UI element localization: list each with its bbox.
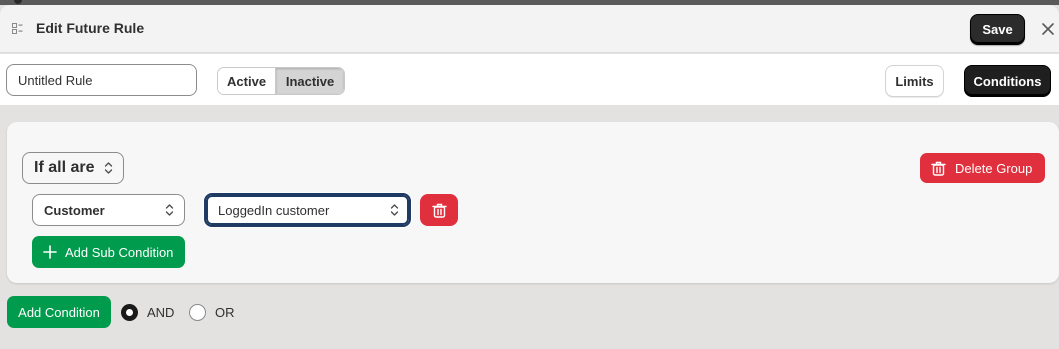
match-type-value: If all are bbox=[34, 159, 95, 176]
match-type-select[interactable]: If all are bbox=[22, 152, 124, 184]
trash-icon bbox=[931, 161, 946, 176]
save-button[interactable]: Save bbox=[970, 14, 1025, 45]
page-title: Edit Future Rule bbox=[36, 20, 145, 36]
add-condition-button[interactable]: Add Condition bbox=[7, 296, 111, 328]
logic-and-label: AND bbox=[147, 305, 175, 320]
status-segmented-control: Active Inactive bbox=[217, 67, 345, 95]
add-sub-condition-button[interactable]: Add Sub Condition bbox=[32, 236, 185, 268]
logic-or-label: OR bbox=[215, 305, 235, 320]
plus-icon bbox=[43, 245, 57, 259]
condition-group-card: If all are Delete Group Customer LoggedI… bbox=[7, 122, 1059, 283]
radio-checked-indicator bbox=[121, 304, 138, 321]
radio-unchecked-indicator bbox=[189, 304, 206, 321]
delete-condition-button[interactable] bbox=[420, 194, 458, 226]
modal-header: Edit Future Rule Save bbox=[0, 5, 1059, 53]
rule-name-input[interactable] bbox=[6, 64, 197, 96]
condition-field-select[interactable]: Customer bbox=[32, 194, 185, 226]
logic-or-radio[interactable]: OR bbox=[189, 304, 235, 321]
chevron-up-down-icon bbox=[165, 204, 174, 216]
delete-group-label: Delete Group bbox=[955, 160, 1033, 176]
limits-tab-button[interactable]: Limits bbox=[885, 65, 944, 97]
chevron-up-down-icon bbox=[390, 204, 399, 216]
condition-value-text: LoggedIn customer bbox=[218, 202, 330, 218]
chevron-up-down-icon bbox=[104, 162, 113, 174]
edit-rule-window: Edit Future Rule Save Active Inactive Li… bbox=[0, 5, 1059, 349]
condition-value-select[interactable]: LoggedIn customer bbox=[204, 193, 411, 227]
status-inactive-button[interactable]: Inactive bbox=[276, 68, 344, 94]
logic-and-radio[interactable]: AND bbox=[121, 304, 174, 321]
rule-toolbar: Active Inactive Limits Conditions bbox=[0, 54, 1059, 106]
app-icon bbox=[12, 23, 23, 34]
trash-icon bbox=[431, 203, 447, 218]
conditions-tab-button[interactable]: Conditions bbox=[964, 65, 1051, 97]
close-icon[interactable] bbox=[1038, 19, 1058, 39]
status-active-button[interactable]: Active bbox=[218, 68, 277, 94]
delete-group-button[interactable]: Delete Group bbox=[920, 153, 1045, 183]
condition-field-value: Customer bbox=[44, 202, 105, 218]
top-strip-handle bbox=[14, 0, 22, 4]
add-sub-condition-label: Add Sub Condition bbox=[65, 244, 174, 260]
